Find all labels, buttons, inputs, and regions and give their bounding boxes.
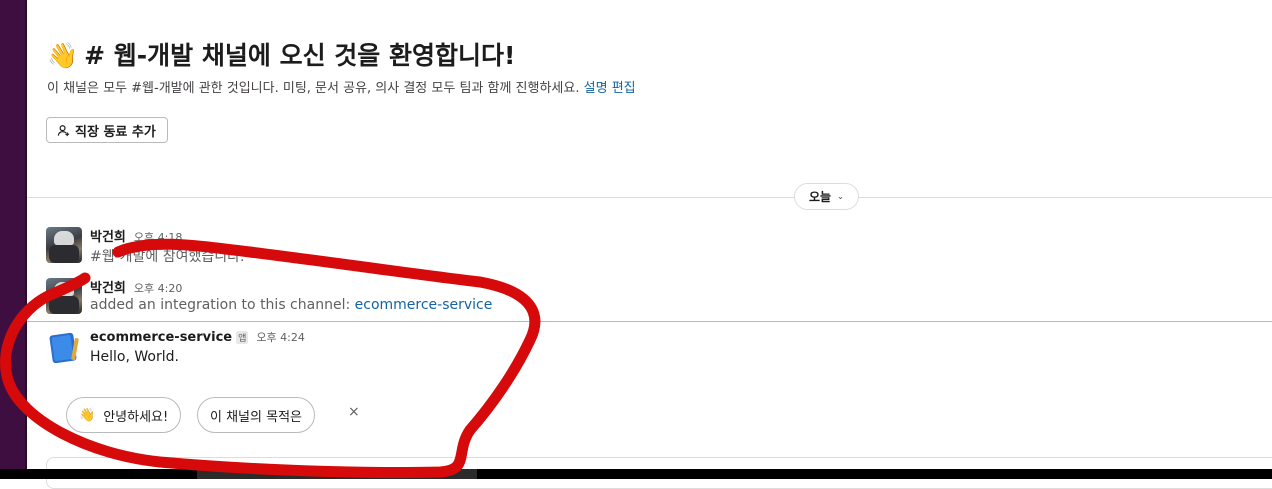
add-coworker-button[interactable]: 직장 동료 추가 <box>46 117 168 143</box>
sender-name[interactable]: 박건희 <box>90 277 126 296</box>
person-add-icon <box>57 124 70 136</box>
message-text: Hello, World. <box>90 349 179 365</box>
message-timestamp[interactable]: 오후 4:20 <box>134 280 182 296</box>
close-icon[interactable]: × <box>348 404 360 420</box>
avatar[interactable] <box>46 278 82 314</box>
workspace-sidebar-edge <box>0 0 27 479</box>
waving-hand-icon: 👋 <box>47 41 79 70</box>
integration-link[interactable]: ecommerce-service <box>355 297 493 313</box>
add-coworker-label: 직장 동료 추가 <box>75 124 156 140</box>
channel-main: 👋 # 웹-개발 채널에 오신 것을 환영합니다! 이 채널은 모두 #웹-개발에… <box>27 0 1272 489</box>
suggestion-label: 이 채널의 목적은 <box>210 409 302 425</box>
avatar[interactable] <box>46 227 82 263</box>
new-messages-divider <box>27 321 1272 322</box>
suggestion-purpose-button[interactable]: 이 채널의 목적은 <box>197 397 315 433</box>
sender-name[interactable]: ecommerce-service <box>90 330 232 345</box>
date-label: 오늘 <box>809 190 832 204</box>
suggestion-hello-button[interactable]: 👋 안녕하세요! <box>66 397 182 433</box>
suggestion-label: 안녕하세요! <box>103 409 169 425</box>
channel-description: 이 채널은 모두 #웹-개발에 관한 것입니다. 미팅, 문서 공유, 의사 결… <box>47 77 636 96</box>
message-timestamp[interactable]: 오후 4:18 <box>134 229 182 245</box>
channel-welcome-title: 👋 # 웹-개발 채널에 오신 것을 환영합니다! <box>47 36 515 72</box>
waving-hand-icon: 👋 <box>79 407 96 423</box>
date-jump-button[interactable]: 오늘 ⌄ <box>794 183 859 210</box>
message-timestamp[interactable]: 오후 4:24 <box>256 329 304 345</box>
message-text: #웹-개발에 참여했습니다. <box>90 249 245 265</box>
chevron-down-icon: ⌄ <box>837 192 844 201</box>
sender-name[interactable]: 박건희 <box>90 226 126 245</box>
channel-description-text: 이 채널은 모두 #웹-개발에 관한 것입니다. 미팅, 문서 공유, 의사 결… <box>47 81 580 96</box>
edit-description-link[interactable]: 설명 편집 <box>584 81 636 96</box>
date-divider-line <box>27 197 1272 198</box>
notebook-icon[interactable] <box>46 330 82 366</box>
screen-bottom-edge <box>0 469 1272 479</box>
app-badge: 앱 <box>236 331 249 344</box>
welcome-title-text: # 웹-개발 채널에 오신 것을 환영합니다! <box>84 41 516 70</box>
integration-text: added an integration to this channel: <box>90 297 355 313</box>
message-text: added an integration to this channel: ec… <box>90 297 492 313</box>
